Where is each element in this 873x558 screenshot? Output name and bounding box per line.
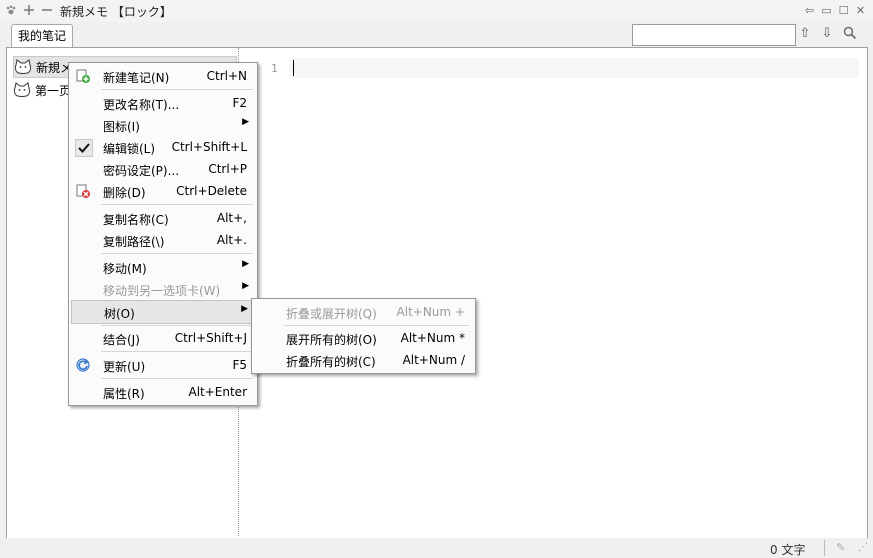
menu-copy-path[interactable]: 复制路径(\) Alt+. (71, 229, 255, 251)
menu-merge[interactable]: 结合(J) Ctrl+Shift+J (71, 327, 255, 349)
submenu-arrow-icon: ▶ (242, 117, 249, 127)
menu-rename[interactable]: 更改名称(T)... F2 (71, 92, 255, 114)
submenu-arrow-icon: ▶ (241, 304, 248, 314)
status-bar: 0 文字 ✎ ⋰ (0, 538, 873, 558)
line-number: 1 (271, 62, 278, 75)
menu-tree[interactable]: 树(O) ▶ (71, 300, 255, 324)
search-input[interactable] (632, 24, 796, 46)
menu-separator (101, 351, 253, 352)
minus-icon[interactable] (40, 4, 54, 18)
menu-icon[interactable]: 图标(I) ▶ (71, 114, 255, 136)
submenu-collapse-all[interactable]: 折叠所有的树(C) Alt+Num / (254, 349, 473, 371)
menu-move[interactable]: 移动(M) ▶ (71, 256, 255, 278)
minimize-icon[interactable]: ▭ (820, 4, 833, 17)
search-icon[interactable] (842, 26, 858, 42)
menu-new-note[interactable]: 新建笔记(N) Ctrl+N (71, 65, 255, 87)
delete-note-icon (76, 184, 90, 198)
plus-icon[interactable] (22, 4, 36, 18)
edit-icon: ✎ (836, 541, 846, 554)
title-bar: 新規メモ 【ロック】 ⇦ ▭ ☐ ✕ (0, 0, 873, 22)
menu-properties[interactable]: 属性(R) Alt+Enter (71, 381, 255, 403)
checkmark-icon (75, 139, 93, 157)
tab-row: 我的笔记 ⇧ ⇩ (0, 22, 873, 48)
menu-separator (101, 89, 253, 90)
context-menu: 新建笔记(N) Ctrl+N 更改名称(T)... F2 图标(I) ▶ 编辑锁… (68, 62, 258, 406)
menu-copy-name[interactable]: 复制名称(C) Alt+, (71, 207, 255, 229)
menu-separator (101, 378, 253, 379)
paw-icon[interactable] (4, 4, 18, 18)
menu-move-to-tab: 移动到另一选项卡(W) ▶ (103, 281, 249, 298)
tree-submenu: 折叠或展开树(Q) Alt+Num + 展开所有的树(O) Alt+Num * … (251, 298, 476, 374)
char-count: 0 文字 (770, 543, 806, 557)
text-caret (293, 60, 294, 76)
add-note-icon (76, 69, 90, 83)
submenu-toggle-tree: 折叠或展开树(Q) Alt+Num + (286, 305, 465, 321)
up-arrow-icon[interactable]: ⇧ (797, 26, 813, 42)
menu-delete[interactable]: 删除(D) Ctrl+Delete (71, 180, 255, 202)
close-icon[interactable]: ✕ (854, 4, 867, 17)
submenu-expand-all[interactable]: 展开所有的树(O) Alt+Num * (254, 327, 473, 349)
tab-my-notes[interactable]: 我的笔记 (11, 24, 74, 47)
cat-icon (13, 82, 31, 97)
menu-refresh[interactable]: 更新(U) F5 (71, 354, 255, 376)
cat-icon (14, 59, 32, 74)
menu-separator (284, 325, 469, 326)
resize-grip-icon[interactable]: ⋰ (858, 542, 868, 553)
menu-separator (101, 204, 253, 205)
window-title: 新規メモ 【ロック】 (60, 4, 172, 19)
down-arrow-icon[interactable]: ⇩ (819, 26, 835, 42)
tree-item-page-one[interactable]: 第一页 (13, 80, 71, 100)
menu-separator (101, 325, 253, 326)
refresh-icon (76, 358, 90, 372)
editor-area[interactable]: 1 (243, 48, 867, 536)
tree-item-label: 第一页 (35, 83, 72, 98)
status-separator (824, 540, 825, 556)
menu-separator (101, 253, 253, 254)
menu-password[interactable]: 密码设定(P)... Ctrl+P (71, 158, 255, 180)
submenu-arrow-icon: ▶ (242, 281, 249, 291)
current-line-highlight (289, 58, 859, 78)
back-icon[interactable]: ⇦ (803, 4, 816, 17)
maximize-icon[interactable]: ☐ (837, 4, 850, 17)
menu-edit-lock[interactable]: 编辑锁(L) Ctrl+Shift+L (71, 136, 255, 158)
submenu-arrow-icon: ▶ (242, 259, 249, 269)
